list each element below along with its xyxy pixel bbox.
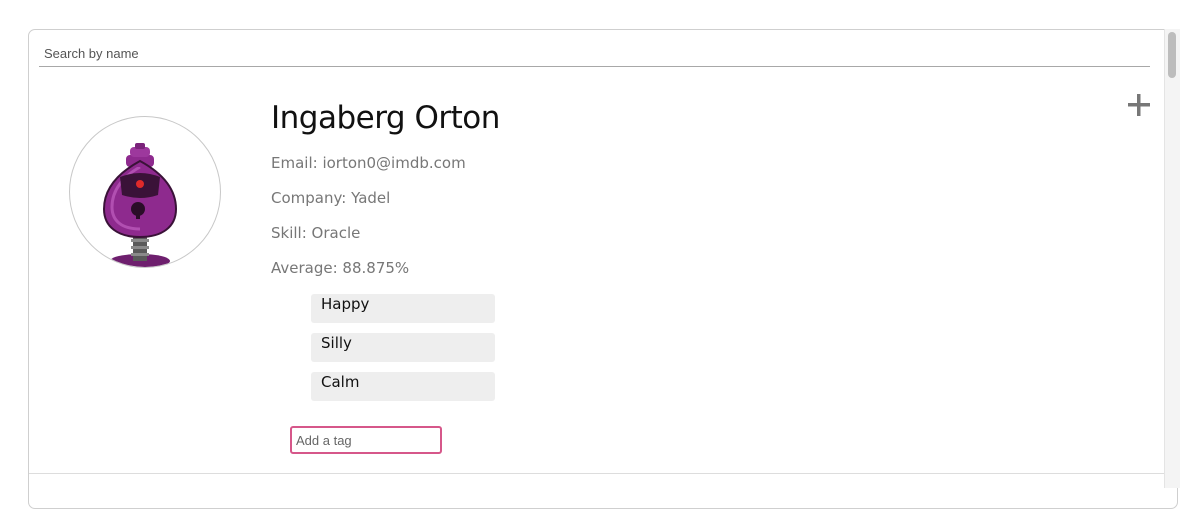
card-divider — [29, 473, 1177, 474]
add-tag-input[interactable] — [290, 426, 442, 454]
student-company: Company: Yadel — [271, 189, 391, 207]
scrollbar-thumb[interactable] — [1168, 32, 1176, 78]
student-skill: Skill: Oracle — [271, 224, 361, 242]
tag-chip: Happy — [311, 294, 495, 323]
student-name: Ingaberg Orton — [271, 100, 500, 136]
student-average: Average: 88.875% — [271, 259, 410, 277]
search-input[interactable] — [39, 40, 1150, 66]
scrollbar[interactable] — [1164, 29, 1180, 488]
tag-chip: Calm — [311, 372, 495, 401]
avatar — [69, 116, 221, 268]
purple-robot-avatar-icon — [102, 143, 178, 267]
plus-icon — [1128, 94, 1150, 116]
student-card: Ingaberg Orton Email: iorton0@imdb.com C… — [28, 29, 1178, 509]
student-email: Email: iorton0@imdb.com — [271, 154, 466, 172]
tag-chip: Silly — [311, 333, 495, 362]
search-bar — [39, 40, 1150, 67]
expand-button[interactable] — [1124, 90, 1154, 120]
